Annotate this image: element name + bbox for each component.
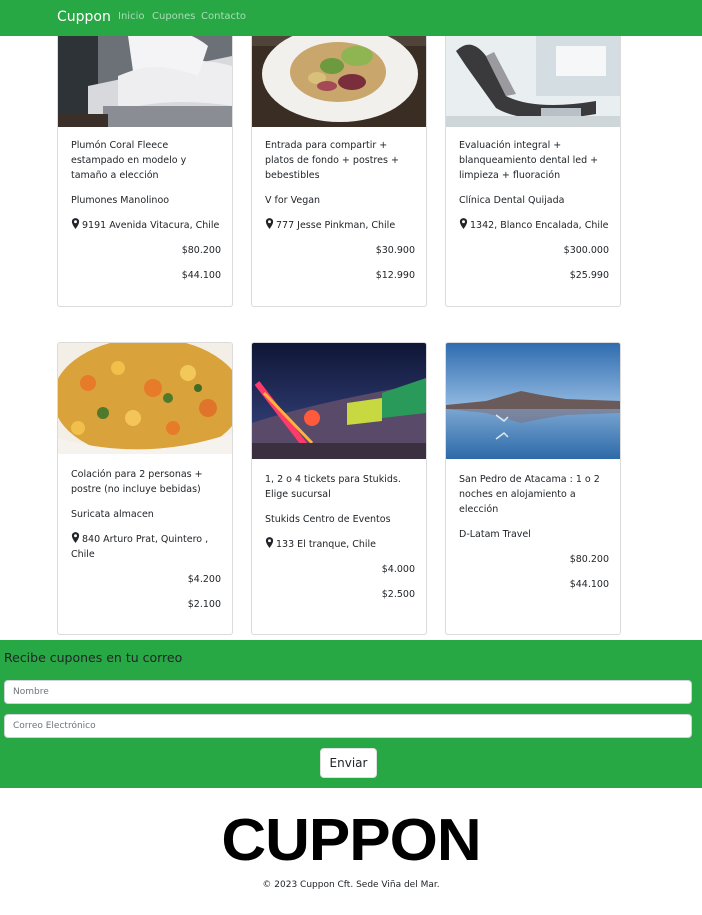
coupon-card[interactable]: 1, 2 o 4 tickets para Stukids. Elige suc… [251,342,427,635]
fair-lights-photo [252,343,426,459]
card-discount-price: $44.100 [569,579,609,590]
card-discount-price: $44.100 [181,270,221,281]
card-price: $30.900 [375,245,415,256]
card-merchant: D-Latam Travel [459,529,531,540]
card-merchant: Clínica Dental Quijada [459,195,565,206]
card-body: San Pedro de Atacama : 1 o 2 noches en a… [459,472,609,592]
card-merchant: V for Vegan [265,195,321,206]
card-discount-price: $25.990 [569,270,609,281]
nav-link-contacto[interactable]: Contacto [201,11,246,22]
card-price: $80.200 [181,245,221,256]
nav-link-cupones[interactable]: Cupones [152,11,196,22]
coupon-card[interactable]: Colación para 2 personas + postre (no in… [57,342,233,635]
card-address: 9191 Avenida Vitacura, Chile [71,218,221,233]
card-discount-price: $2.100 [187,599,221,610]
email-input[interactable] [4,714,692,738]
submit-button[interactable]: Enviar [320,748,377,778]
map-marker-icon [71,532,80,543]
map-marker-icon [265,537,274,548]
name-input[interactable] [4,680,692,704]
card-title: Colación para 2 personas + postre (no in… [71,469,203,495]
navbar: Cuppon Inicio Cupones Contacto [0,0,702,36]
card-price: $300.000 [563,245,609,256]
food-dish-photo [58,343,232,454]
navbar-brand[interactable]: Cuppon [57,9,111,25]
nav-link-inicio[interactable]: Inicio [118,11,144,22]
coupon-card[interactable]: San Pedro de Atacama : 1 o 2 noches en a… [445,342,621,635]
card-body: Plumón Coral Fleece estampado en modelo … [71,138,221,283]
card-merchant: Plumones Manolinoo [71,195,170,206]
card-body: Entrada para compartir + platos de fondo… [265,138,415,283]
lagoon-landscape-photo [446,343,620,459]
map-marker-icon [265,218,274,229]
card-title: Entrada para compartir + platos de fondo… [265,140,399,181]
card-address: 133 El tranque, Chile [265,537,415,552]
card-body: Colación para 2 personas + postre (no in… [71,467,221,612]
card-address: 1342, Blanco Encalada, Chile [459,218,609,233]
footer-logo: CUPPON [221,807,481,874]
map-marker-icon [459,218,468,229]
card-merchant: Suricata almacen [71,509,154,520]
card-discount-price: $12.990 [375,270,415,281]
card-title: Plumón Coral Fleece estampado en modelo … [71,140,187,181]
card-price: $4.200 [187,574,221,585]
card-address: 777 Jesse Pinkman, Chile [265,218,415,233]
card-body: Evaluación integral + blanqueamiento den… [459,138,609,283]
coupon-card[interactable]: Evaluación integral + blanqueamiento den… [445,15,621,307]
card-discount-price: $2.500 [381,589,415,600]
card-price: $80.200 [569,554,609,565]
card-body: 1, 2 o 4 tickets para Stukids. Elige suc… [265,472,415,602]
card-title: 1, 2 o 4 tickets para Stukids. Elige suc… [265,474,401,500]
coupon-card[interactable]: Plumón Coral Fleece estampado en modelo … [57,15,233,307]
card-title: San Pedro de Atacama : 1 o 2 noches en a… [459,474,600,515]
card-price: $4.000 [381,564,415,575]
coupon-card[interactable]: Entrada para compartir + platos de fondo… [251,15,427,307]
newsletter-section: Recibe cupones en tu correo Enviar [0,640,702,788]
card-merchant: Stukids Centro de Eventos [265,514,391,525]
map-marker-icon [71,218,80,229]
footer-copyright: © 2023 Cuppon Cft. Sede Viña del Mar. [262,880,440,890]
newsletter-heading: Recibe cupones en tu correo [4,650,183,665]
card-address: 840 Arturo Prat, Quintero , Chile [71,532,209,560]
card-title: Evaluación integral + blanqueamiento den… [459,140,599,181]
